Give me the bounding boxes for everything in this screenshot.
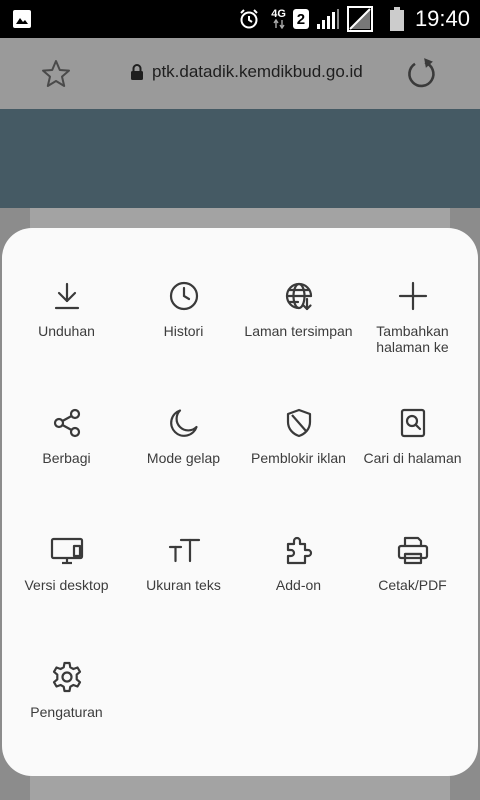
url-field[interactable]: ptk.datadik.kemdikbud.go.id	[130, 62, 363, 82]
shield-icon	[239, 405, 358, 441]
network-type: 4G	[271, 8, 286, 20]
menu-item-label: Pengaturan	[30, 704, 103, 720]
menu-item-share[interactable]: Berbagi	[7, 359, 126, 479]
image-icon	[12, 9, 32, 29]
menu-item-desktop-version[interactable]: Versi desktop	[7, 486, 126, 606]
clock-icon	[124, 278, 243, 314]
printer-icon	[353, 532, 472, 568]
menu-item-label: Laman tersimpan	[244, 323, 353, 339]
reload-icon[interactable]	[405, 57, 439, 91]
menu-item-settings[interactable]: Pengaturan	[7, 613, 126, 733]
moon-icon	[124, 405, 243, 441]
desktop-icon	[7, 532, 126, 568]
find-in-page-icon	[353, 405, 472, 441]
signal-icon	[316, 8, 340, 30]
menu-item-print[interactable]: Cetak/PDF	[353, 486, 472, 606]
menu-item-ad-blocker[interactable]: Pemblokir iklan	[239, 359, 358, 479]
page-header	[0, 109, 480, 208]
menu-item-label: Ukuran teks	[146, 577, 221, 593]
menu-item-dark-mode[interactable]: Mode gelap	[124, 359, 243, 479]
menu-item-label: Tambahkan halaman ke	[376, 323, 449, 355]
browser-menu-sheet: Unduhan Histori Laman tersimpan Tambahka…	[2, 228, 478, 776]
menu-item-label: Mode gelap	[146, 450, 221, 466]
sim-slot-badge: 2	[292, 9, 309, 29]
menu-item-downloads[interactable]: Unduhan	[7, 232, 126, 352]
plus-icon	[353, 278, 472, 314]
gear-icon	[7, 659, 126, 695]
menu-item-label: Cetak/PDF	[378, 577, 447, 593]
menu-item-add-on[interactable]: Add-on	[239, 486, 358, 606]
data-arrows-icon	[273, 19, 285, 29]
star-icon[interactable]	[40, 58, 72, 90]
globe-download-icon	[239, 278, 358, 314]
menu-item-label: Unduhan	[38, 323, 95, 339]
status-bar: 4G 2 19:40	[0, 0, 480, 38]
download-icon	[7, 278, 126, 314]
menu-item-label: Histori	[163, 323, 204, 339]
menu-item-label: Cari di halaman	[363, 450, 462, 466]
no-signal-icon	[346, 6, 373, 32]
menu-item-label: Versi desktop	[24, 577, 109, 593]
menu-item-saved-pages[interactable]: Laman tersimpan	[239, 232, 358, 352]
clock-time: 19:40	[414, 6, 470, 31]
menu-item-label: Berbagi	[42, 450, 91, 466]
menu-item-find-in-page[interactable]: Cari di halaman	[353, 359, 472, 479]
address-bar: ptk.datadik.kemdikbud.go.id	[0, 38, 480, 109]
puzzle-icon	[239, 532, 358, 568]
menu-item-history[interactable]: Histori	[124, 232, 243, 352]
menu-item-add-page[interactable]: Tambahkan halaman ke	[353, 232, 472, 355]
battery-icon	[389, 7, 404, 31]
text-size-icon	[124, 532, 243, 568]
url-text: ptk.datadik.kemdikbud.go.id	[152, 62, 363, 81]
share-icon	[7, 405, 126, 441]
lock-icon	[130, 63, 144, 81]
menu-item-label: Pemblokir iklan	[251, 450, 346, 466]
menu-item-label: Add-on	[275, 577, 322, 593]
alarm-icon	[238, 8, 260, 30]
menu-item-text-size[interactable]: Ukuran teks	[124, 486, 243, 606]
